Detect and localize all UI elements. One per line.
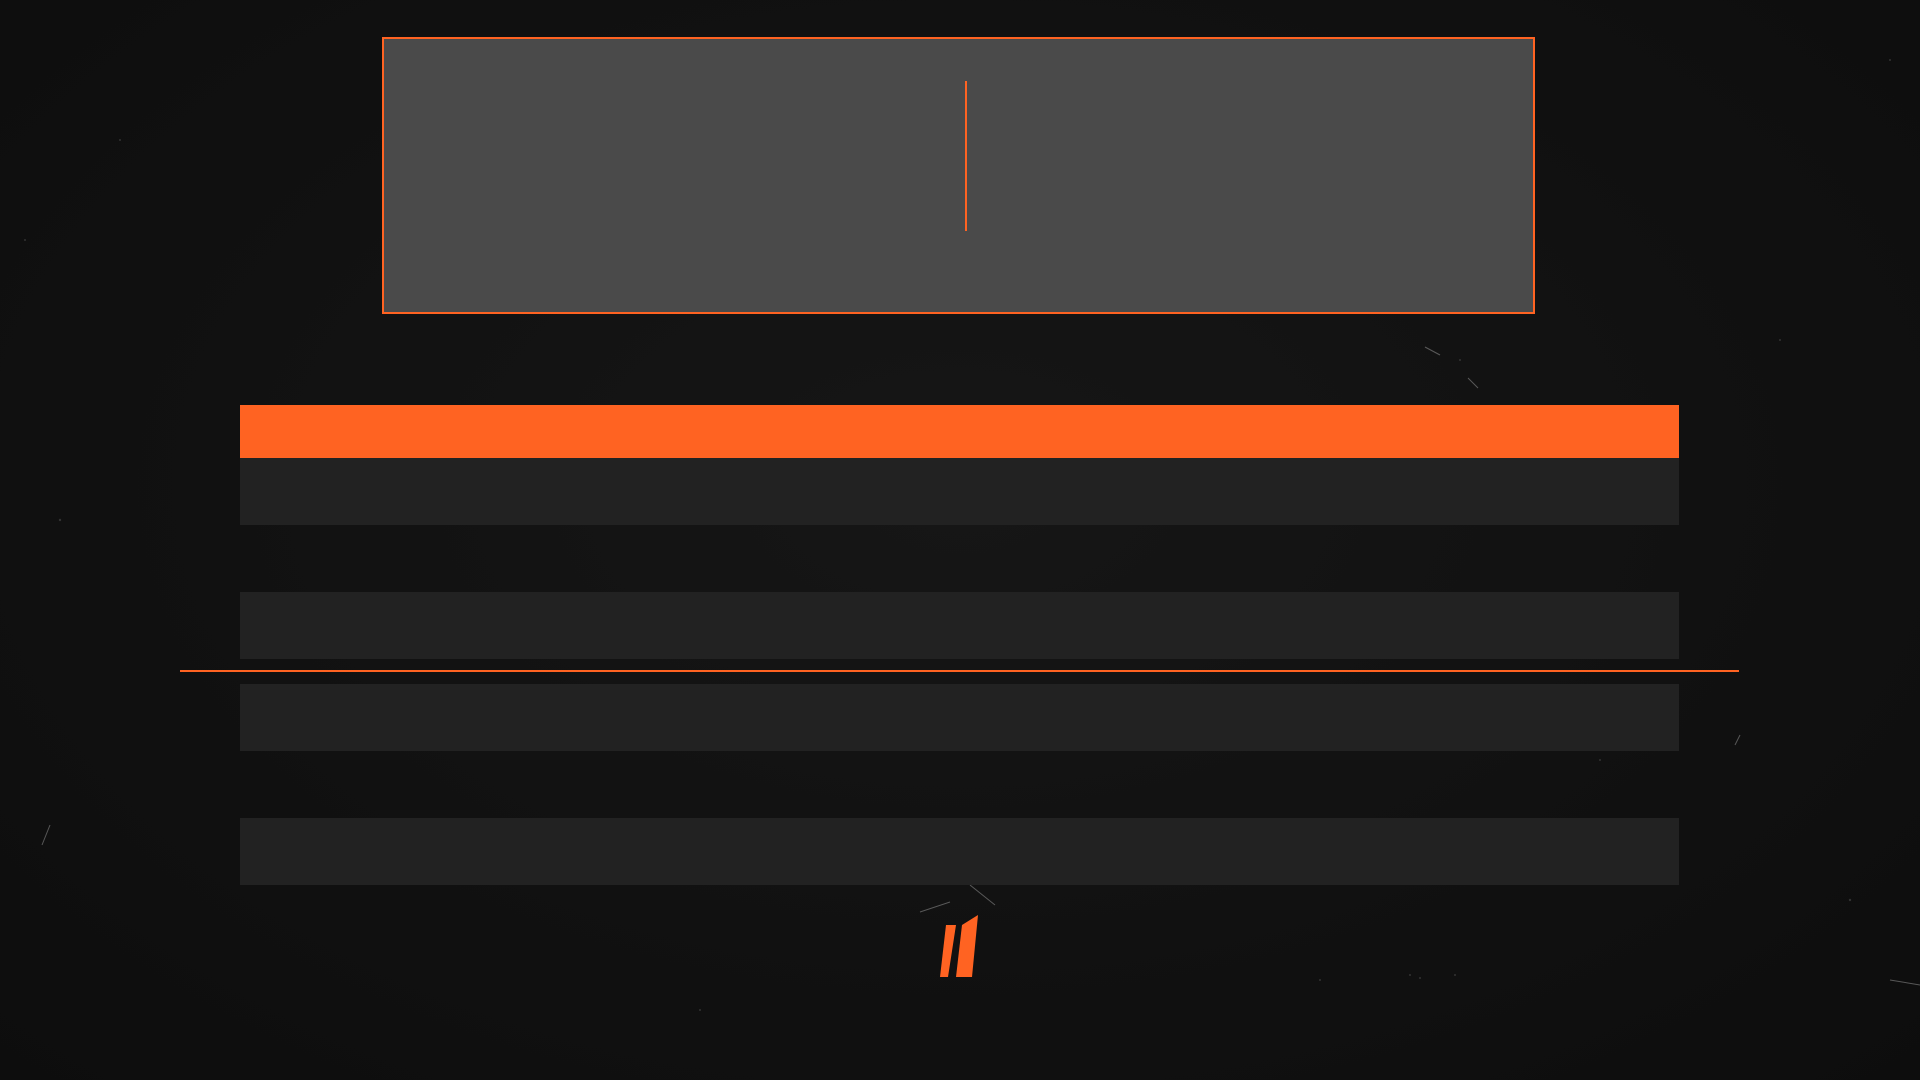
list-item[interactable]	[240, 592, 1679, 659]
slash-logo-icon	[940, 915, 978, 977]
divider-line	[180, 670, 1739, 672]
hero-panel	[382, 37, 1535, 314]
text-cursor	[965, 81, 967, 231]
list-header-bar	[240, 405, 1679, 458]
list-item[interactable]	[240, 684, 1679, 751]
game-menu-screen	[0, 0, 1920, 1080]
list-item[interactable]	[240, 458, 1679, 525]
list-item[interactable]	[240, 818, 1679, 885]
